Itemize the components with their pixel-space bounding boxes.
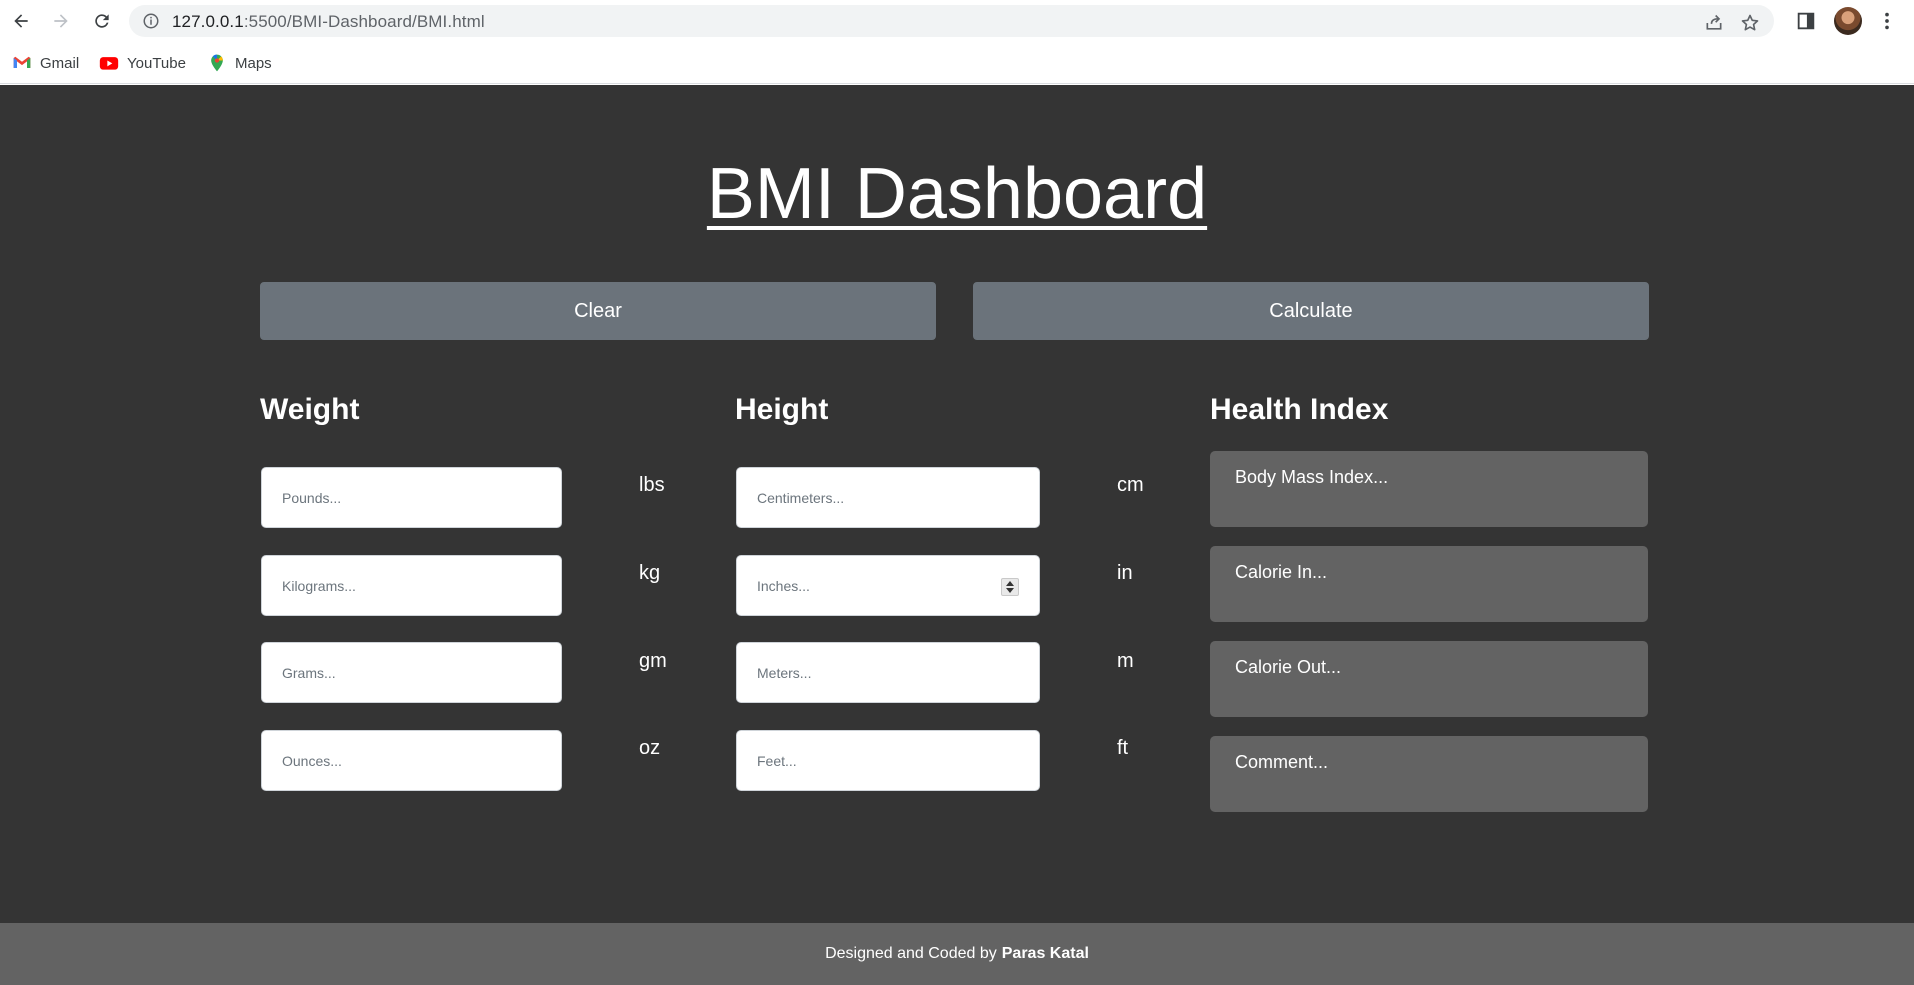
kilograms-input[interactable] <box>262 556 561 615</box>
ounces-input[interactable] <box>262 731 561 790</box>
profile-avatar[interactable] <box>1834 7 1862 35</box>
url-text[interactable]: 127.0.0.1:5500/BMI-Dashboard/BMI.html <box>172 12 485 32</box>
height-heading: Height <box>735 393 829 426</box>
centimeters-input[interactable] <box>737 468 1039 527</box>
bmi-dashboard-page: BMI Dashboard Clear Calculate Weight lbs… <box>0 85 1914 985</box>
unit-kg: kg <box>639 562 661 584</box>
unit-lbs: lbs <box>639 474 665 496</box>
bookmark-label: Gmail <box>40 54 80 72</box>
bookmark-maps[interactable]: Maps <box>207 52 272 74</box>
youtube-icon <box>99 57 119 70</box>
forward-icon[interactable] <box>48 8 74 34</box>
bookmarks-bar: Gmail YouTube Maps <box>0 42 1914 84</box>
calorie-out-box: Calorie Out... <box>1210 641 1648 717</box>
kilograms-input-wrapper <box>261 555 562 616</box>
pounds-input[interactable] <box>262 468 561 527</box>
inches-input[interactable] <box>737 556 1039 615</box>
weight-heading: Weight <box>260 393 360 426</box>
meters-input[interactable] <box>737 643 1039 702</box>
site-info-icon[interactable] <box>142 12 160 30</box>
bookmark-label: Maps <box>235 54 272 72</box>
bookmark-star-icon[interactable] <box>1740 13 1760 33</box>
page-title: BMI Dashboard <box>706 154 1208 234</box>
ounces-input-wrapper <box>261 730 562 791</box>
number-spinner-icon[interactable] <box>1001 578 1019 596</box>
calculate-button[interactable]: Calculate <box>973 282 1649 340</box>
footer-text: Designed and Coded by <box>825 945 997 962</box>
centimeters-input-wrapper <box>736 467 1040 528</box>
unit-oz: oz <box>639 737 661 759</box>
feet-input[interactable] <box>737 731 1039 790</box>
bmi-result-box: Body Mass Index... <box>1210 451 1648 527</box>
url-path: :5500/BMI-Dashboard/BMI.html <box>243 12 485 31</box>
reload-icon[interactable] <box>89 8 115 34</box>
unit-cm: cm <box>1117 474 1144 496</box>
maps-icon <box>211 54 223 72</box>
grams-input[interactable] <box>262 643 561 702</box>
address-bar[interactable]: 127.0.0.1:5500/BMI-Dashboard/BMI.html <box>129 5 1774 37</box>
unit-m: m <box>1117 650 1134 672</box>
footer-author: Paras Katal <box>1001 945 1089 962</box>
bookmark-youtube[interactable]: YouTube <box>99 52 186 74</box>
calorie-in-box: Calorie In... <box>1210 546 1648 622</box>
unit-in: in <box>1117 562 1133 584</box>
gmail-icon <box>13 56 31 68</box>
bookmark-label: YouTube <box>127 54 186 72</box>
unit-gm: gm <box>639 650 667 672</box>
share-icon[interactable] <box>1704 13 1724 33</box>
menu-kebab-icon[interactable] <box>1876 10 1898 32</box>
health-index-heading: Health Index <box>1210 393 1389 426</box>
unit-ft: ft <box>1117 737 1129 759</box>
side-panel-icon[interactable] <box>1795 10 1817 32</box>
page-footer: Designed and Coded by Paras Katal <box>0 923 1914 985</box>
browser-toolbar: 127.0.0.1:5500/BMI-Dashboard/BMI.html <box>0 0 1914 42</box>
feet-input-wrapper <box>736 730 1040 791</box>
bookmark-gmail[interactable]: Gmail <box>12 52 79 74</box>
comment-box: Comment... <box>1210 736 1648 812</box>
url-host: 127.0.0.1 <box>172 12 244 31</box>
clear-button[interactable]: Clear <box>260 282 936 340</box>
pounds-input-wrapper <box>261 467 562 528</box>
inches-input-wrapper <box>736 555 1040 616</box>
meters-input-wrapper <box>736 642 1040 703</box>
grams-input-wrapper <box>261 642 562 703</box>
back-icon[interactable] <box>8 8 34 34</box>
